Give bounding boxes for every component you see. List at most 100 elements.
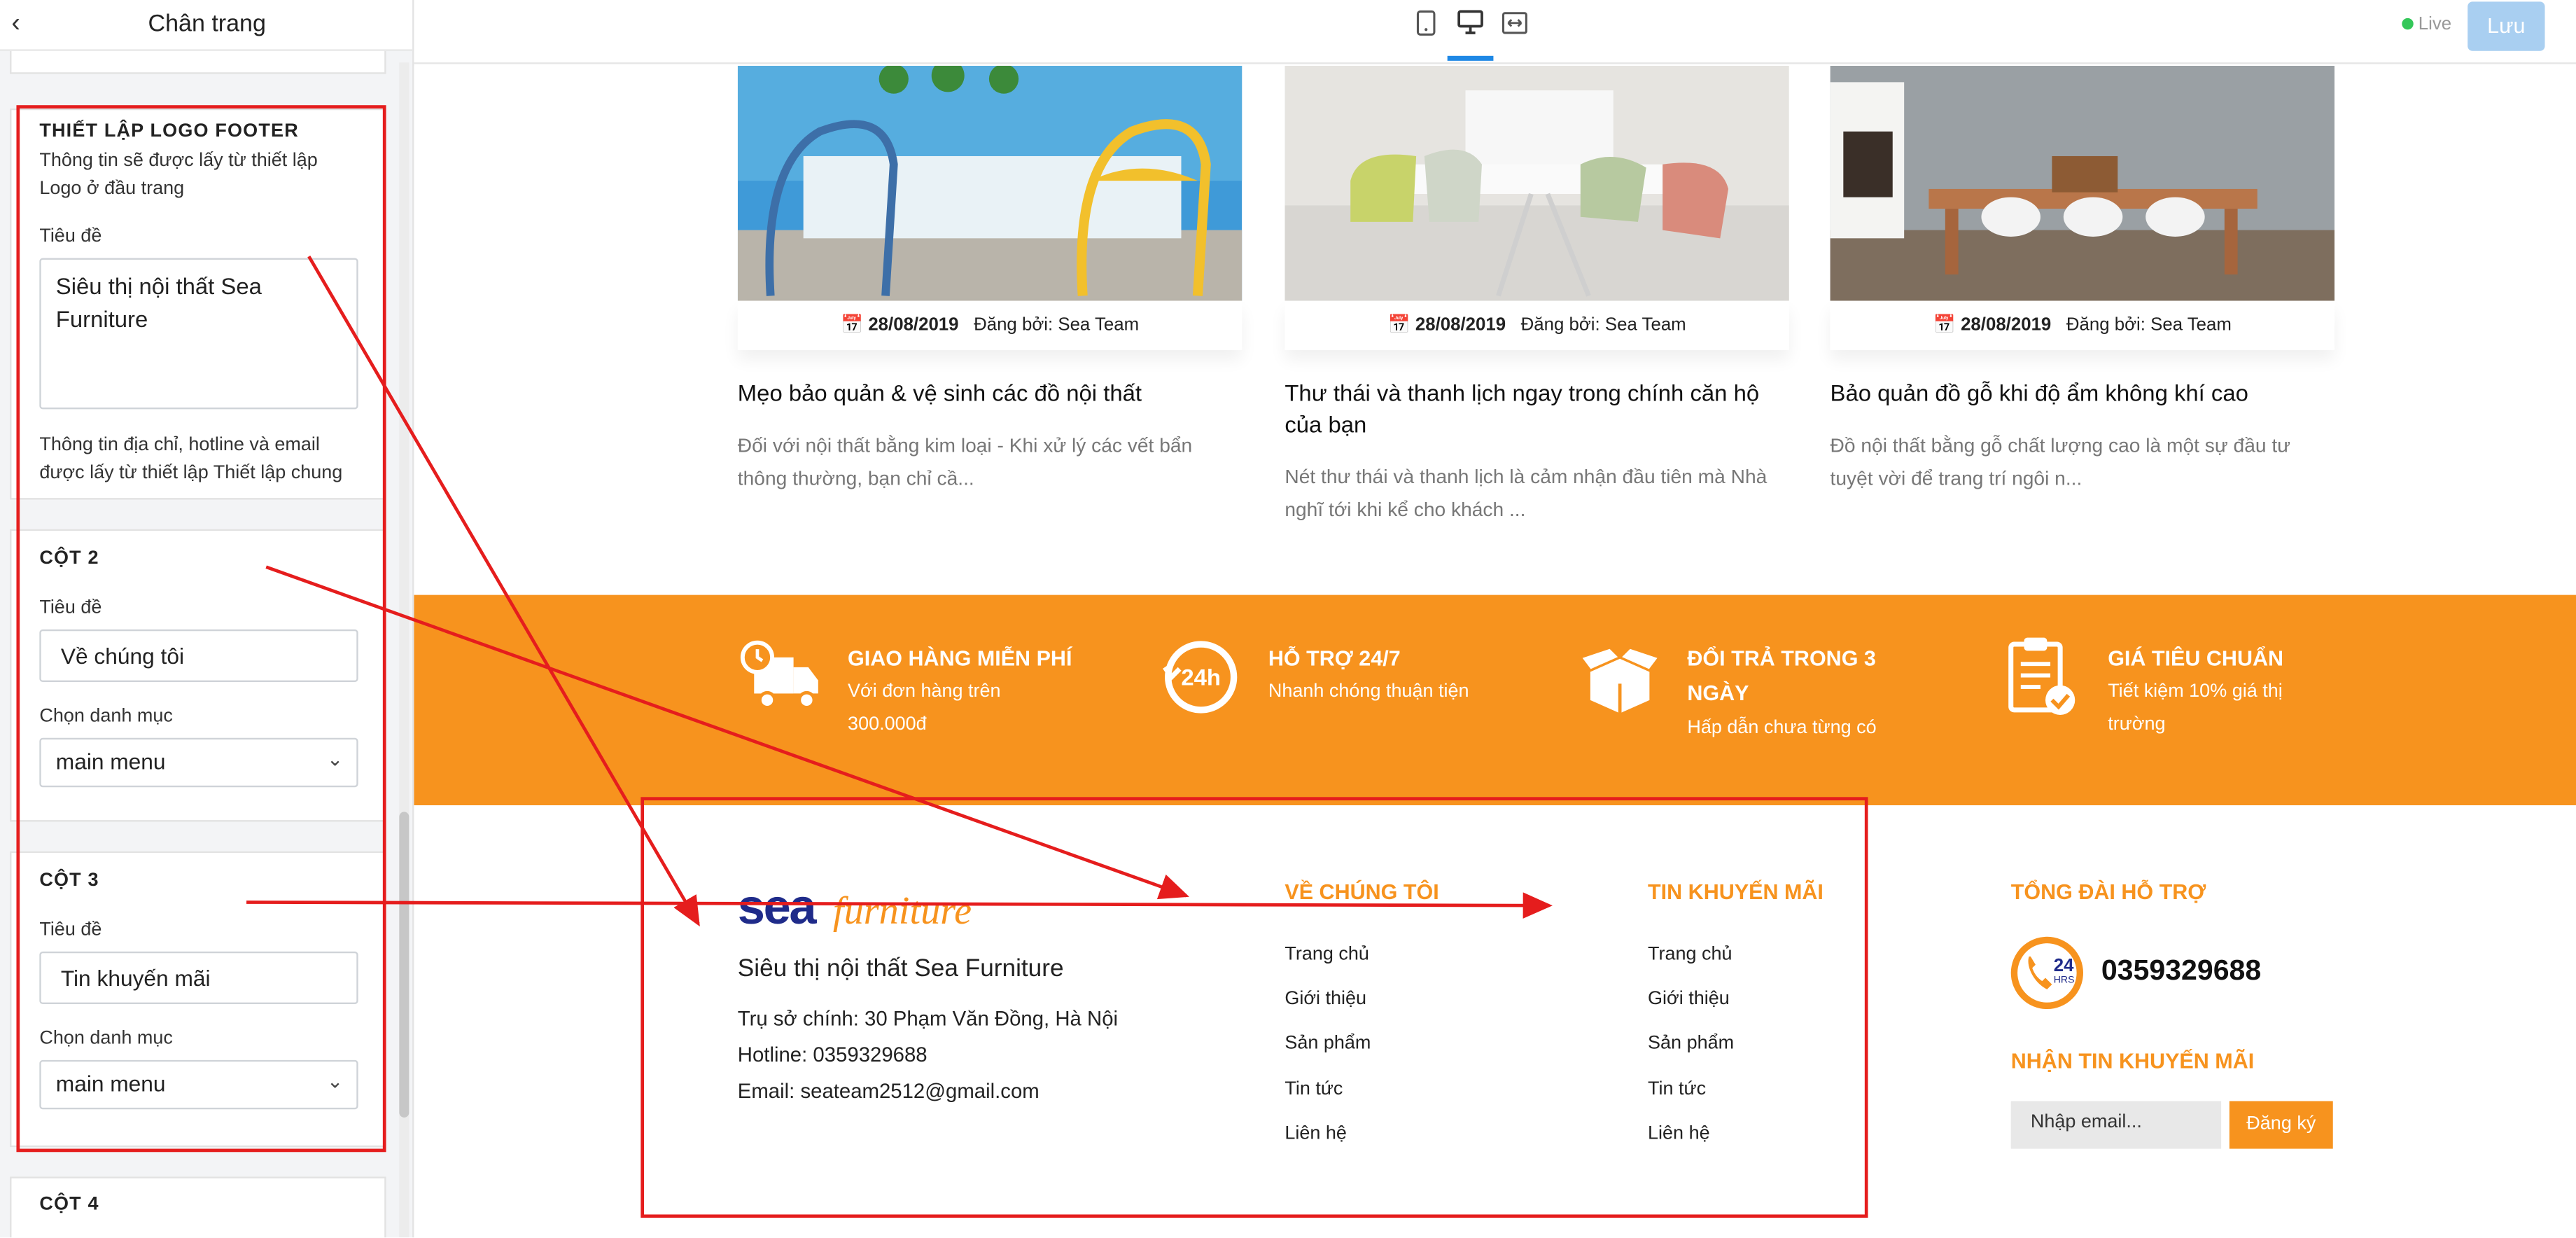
scrollbar-thumb[interactable] [399, 812, 410, 1118]
column-2-heading: CỘT 2 [39, 548, 99, 569]
column-2-category-label: Chọn danh mục [39, 707, 173, 727]
post-2-date: 28/08/2019 [1415, 315, 1506, 335]
footer-col3-heading: TIN KHUYẾN MÃI [1648, 879, 1823, 904]
column-3-category-value: main menu [55, 1071, 166, 1097]
footer-col2-item-contact[interactable]: Liên hệ [1284, 1124, 1347, 1143]
logo-word: sea [738, 879, 818, 934]
footer-col2-item-home[interactable]: Trang chủ [1284, 945, 1369, 965]
contact-info-note: Thông tin địa chỉ, hotline và email được… [39, 435, 343, 484]
footer-tagline: Siêu thị nội thất Sea Furniture [737, 954, 1064, 983]
post-2-author: Sea Team [1604, 315, 1686, 335]
phone-icon-number: 24 [2054, 956, 2074, 975]
phone-icon-sub: HRS [2054, 974, 2075, 985]
post-1-title[interactable]: Mẹo bảo quản & vệ sinh các đồ nội thất [738, 378, 1242, 410]
title-label: Tiêu đề [39, 226, 102, 247]
post-1-by-label: Đăng bởi: [974, 315, 1054, 335]
screen: ‹ Chân trang THIẾT LẬP LOGO FOOTER Thông… [0, 0, 2576, 1238]
post-2-excerpt: Nét thư thái và thanh lịch là cảm nhận đ… [1284, 465, 1768, 521]
footer-col2-item-news[interactable]: Tin tức [1284, 1080, 1343, 1099]
chevron-down-icon: ⌄ [326, 1069, 344, 1093]
site-footer: sea furniture Siêu thị nội thất Sea Furn… [414, 805, 2576, 1238]
feature-1-title: GIAO HÀNG MIỄN PHÍ [848, 646, 1072, 671]
column-3-category-select[interactable]: main menu ⌄ [39, 1059, 358, 1110]
logo-footer-card: THIẾT LẬP LOGO FOOTER Thông tin sẽ được … [10, 108, 386, 500]
post-3-excerpt: Đồ nội thất bằng gỗ chất lượng cao là mộ… [1830, 433, 2291, 490]
app-root: ‹ Chân trang THIẾT LẬP LOGO FOOTER Thông… [0, 0, 2576, 1238]
sidebar-header: ‹ Chân trang [0, 0, 413, 51]
support-24h-icon: 24h [1163, 641, 1238, 714]
post-3-by-label: Đăng bởi: [2066, 315, 2146, 335]
sidebar-title: Chân trang [148, 11, 266, 38]
footer-col3-item-contact[interactable]: Liên hệ [1648, 1124, 1710, 1143]
logo-footer-heading: THIẾT LẬP LOGO FOOTER [39, 121, 299, 141]
column-3-heading: CỘT 3 [39, 870, 99, 891]
chevron-down-icon: ⌄ [326, 747, 344, 771]
phone-24h-icon: 24 HRS [2010, 936, 2083, 1010]
footer-col2-item-about[interactable]: Giới thiệu [1284, 989, 1366, 1009]
post-2-meta: 📅 28/08/2019 Đăng bởi: Sea Team [1284, 300, 1789, 350]
features-band: GIAO HÀNG MIỄN PHÍ Với đơn hàng trên 300… [414, 594, 2576, 806]
sea-furniture-logo[interactable]: sea furniture [738, 875, 984, 940]
post-3-image[interactable] [1830, 65, 2335, 301]
support-heading: TỔNG ĐÀI HỖ TRỢ [2010, 879, 2206, 904]
column-2-category-value: main menu [55, 749, 166, 774]
column-2-card: CỘT 2 Tiêu đề Chọn danh mục main menu ⌄ [10, 529, 386, 822]
post-1-author: Sea Team [1058, 315, 1140, 335]
live-status: Live [2402, 15, 2451, 34]
post-2-image[interactable] [1284, 65, 1789, 301]
post-1-image[interactable] [737, 65, 1242, 301]
desktop-icon[interactable] [1454, 10, 1487, 43]
post-3-date: 28/08/2019 [1961, 315, 2052, 335]
post-3-author: Sea Team [2150, 315, 2232, 335]
open-box-icon [1578, 646, 1662, 714]
svg-text:24h: 24h [1181, 665, 1221, 690]
footer-col3-item-home[interactable]: Trang chủ [1648, 945, 1732, 965]
feature-1-desc: Với đơn hàng trên 300.000đ [848, 682, 1001, 735]
logo-script: furniture [833, 889, 972, 933]
footer-col2-heading: VỀ CHÚNG TÔI [1284, 879, 1439, 904]
feature-4-title: GIÁ TIÊU CHUẨN [2108, 646, 2284, 671]
fullwidth-icon[interactable] [1498, 10, 1531, 43]
logo-title-textarea[interactable]: Siêu thị nội thất Sea Furniture [39, 258, 358, 410]
sidebar-scrollbar[interactable] [399, 62, 410, 1238]
feature-2-title: HỖ TRỢ 24/7 [1268, 646, 1401, 671]
post-2-by-label: Đăng bởi: [1520, 315, 1600, 335]
post-3-meta: 📅 28/08/2019 Đăng bởi: Sea Team [1830, 300, 2335, 350]
mobile-icon[interactable] [1410, 10, 1443, 43]
save-button[interactable]: Lưu [2468, 1, 2545, 51]
live-dot-icon [2402, 18, 2414, 30]
footer-col3-item-about[interactable]: Giới thiệu [1648, 989, 1730, 1009]
customizer-sidebar: ‹ Chân trang THIẾT LẬP LOGO FOOTER Thông… [0, 0, 414, 1238]
footer-col2-item-products[interactable]: Sản phẩm [1284, 1034, 1371, 1053]
feature-2-desc: Nhanh chóng thuận tiện [1268, 682, 1469, 702]
column-4-heading: CỘT 4 [39, 1195, 99, 1215]
subscribe-button[interactable]: Đăng ký [2229, 1101, 2333, 1149]
footer-col3-item-products[interactable]: Sản phẩm [1648, 1034, 1734, 1053]
live-label: Live [2418, 15, 2452, 35]
column-3-title-input[interactable] [39, 951, 358, 1005]
column-2-title-input[interactable] [39, 629, 358, 683]
footer-hotline: Hotline: 0359329688 [737, 1043, 927, 1067]
feature-4-desc: Tiết kiệm 10% giá thị trường [2108, 682, 2283, 735]
preview-toolbar: Live Lưu [414, 0, 2576, 64]
previous-card [10, 50, 386, 74]
active-device-indicator [1447, 55, 1494, 61]
footer-address: Trụ sở chính: 30 Phạm Văn Đồng, Hà Nội [737, 1007, 1119, 1031]
post-3-title[interactable]: Bảo quản đồ gỗ khi độ ẩm không khí cao [1830, 378, 2335, 410]
post-1-meta: 📅 28/08/2019 Đăng bởi: Sea Team [737, 300, 1242, 350]
column-3-title-label: Tiêu đề [39, 920, 102, 940]
preview-canvas: 📅 28/08/2019 Đăng bởi: Sea Team Mẹo bảo … [414, 65, 2576, 1238]
support-phone: 0359329688 [2101, 953, 2262, 987]
calendar-icon: 📅 [1933, 315, 1956, 335]
delivery-truck-icon [740, 640, 818, 709]
feature-3-title: ĐỔI TRẢ TRONG 3 NGÀY [1687, 646, 1876, 705]
column-2-category-select[interactable]: main menu ⌄ [39, 737, 358, 788]
column-2-title-label: Tiêu đề [39, 598, 102, 618]
calendar-icon: 📅 [840, 315, 864, 335]
post-2-title[interactable]: Thư thái và thanh lịch ngay trong chính … [1284, 378, 1789, 440]
feature-3-desc: Hấp dẫn chưa từng có [1687, 718, 1877, 738]
footer-col3-item-news[interactable]: Tin tức [1648, 1080, 1706, 1099]
newsletter-heading: NHẬN TIN KHUYẾN MÃI [2010, 1048, 2255, 1073]
calendar-icon: 📅 [1387, 315, 1410, 335]
newsletter-email-input[interactable]: Nhập email... [2010, 1101, 2222, 1149]
